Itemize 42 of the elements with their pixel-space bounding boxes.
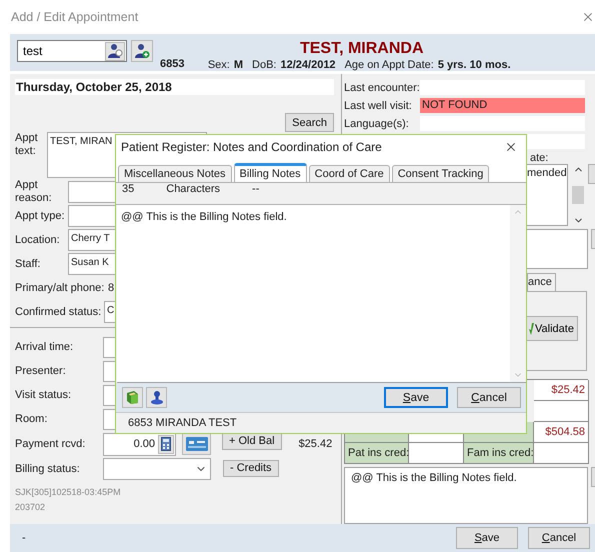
- patient-name: TEST, MIRANDA: [300, 40, 424, 58]
- appointment-date: Thursday, October 25, 2018: [15, 79, 334, 95]
- field-label: Room:: [15, 412, 48, 426]
- field-label: Primary/alt phone:: [15, 282, 101, 294]
- characters-label: Characters: [166, 182, 220, 195]
- balance-amount: $25.42: [298, 438, 332, 450]
- table-cell: $504.58: [534, 422, 589, 443]
- field-label: Staff:: [15, 258, 42, 270]
- status-text: 6853 MIRANDA TEST: [128, 416, 237, 429]
- field-label: Payment rcvd:: [15, 438, 86, 450]
- character-extra: --: [252, 182, 260, 195]
- field-label: Arrival time:: [15, 340, 74, 354]
- field-label: Appt type:: [15, 210, 65, 222]
- dob-label: DoB:: [252, 59, 276, 71]
- field-label: Location:: [15, 234, 61, 246]
- field-label: Appt reason:: [15, 179, 53, 205]
- patient-id: 6853: [160, 58, 184, 70]
- grid-label: Pat ins cred:: [345, 443, 409, 464]
- status-text: -: [22, 532, 27, 544]
- window-title: Add / Edit Appointment: [11, 10, 138, 24]
- audit-text: SJK[305]102518-03:45PM: [15, 486, 122, 499]
- alert-field: NOT FOUND: [420, 98, 585, 113]
- summary-label: Language(s):: [344, 118, 410, 130]
- audit-text: 203702: [15, 501, 46, 514]
- summary-label: Last encounter:: [344, 82, 420, 94]
- summary-label: Last well visit:: [344, 100, 413, 112]
- grid-label: Fam ins cred:: [464, 443, 534, 464]
- phone-value: 8: [108, 282, 114, 294]
- table-cell: $25.42: [534, 380, 589, 401]
- field-label: Appt text:: [15, 132, 39, 158]
- age-value: 5 yrs. 10 mos.: [438, 59, 511, 71]
- field-label: Confirmed status:: [15, 306, 101, 318]
- dob-value: 12/24/2012: [280, 59, 336, 71]
- dialog-title: Patient Register: Notes and Coordination of Care: [121, 140, 382, 154]
- field-label: Visit status:: [15, 388, 72, 402]
- field-label: ate:: [530, 152, 548, 164]
- field-label: Billing status:: [15, 462, 81, 476]
- character-count: 35: [122, 182, 134, 195]
- age-label: Age on Appt Date:: [344, 59, 434, 71]
- sex-value: M: [234, 59, 244, 71]
- field-label: Presenter:: [15, 364, 67, 378]
- sex-label: Sex:: [208, 59, 230, 71]
